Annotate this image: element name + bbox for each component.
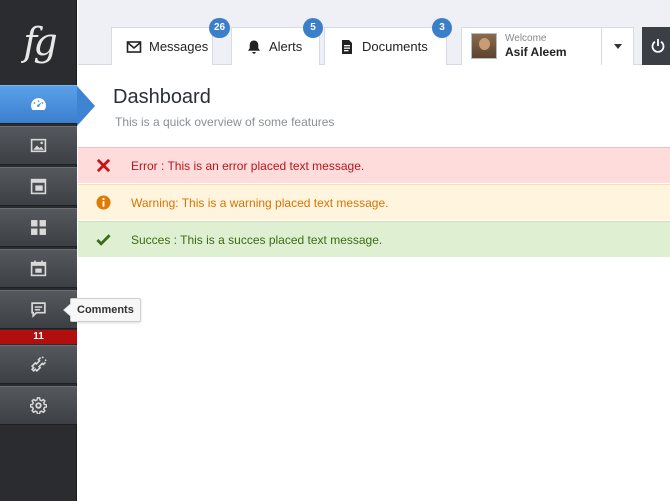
comments-count-badge: 11 xyxy=(0,330,77,344)
logout-button[interactable] xyxy=(642,27,670,65)
error-message: Error : This is an error placed text mes… xyxy=(78,147,670,183)
checkmark-icon xyxy=(96,234,111,246)
logo[interactable]: fg xyxy=(0,0,77,84)
layout-icon xyxy=(30,178,47,195)
success-message: Succes : This is a succes placed text me… xyxy=(78,221,670,257)
top-header: Messages 26 Alerts 5 Documents 3 Welcome… xyxy=(78,0,670,65)
comment-icon xyxy=(31,302,46,318)
messages-count-badge: 26 xyxy=(209,18,231,38)
tab-messages-label: Messages xyxy=(149,39,209,54)
power-icon xyxy=(651,39,665,53)
tab-alerts[interactable]: Alerts 5 xyxy=(231,18,323,65)
info-icon xyxy=(96,195,111,210)
sidebar-item-calendar[interactable] xyxy=(0,249,77,288)
warning-message-text: Warning: This is a warning placed text m… xyxy=(131,195,389,210)
envelope-icon xyxy=(126,40,142,53)
alerts-count-badge: 5 xyxy=(303,18,323,38)
error-message-text: Error : This is an error placed text mes… xyxy=(131,158,365,173)
page-subtitle: This is a quick overview of some feature… xyxy=(115,115,335,129)
gauge-icon xyxy=(31,98,46,111)
sidebar-item-dashboard[interactable] xyxy=(0,85,95,126)
gear-icon xyxy=(30,397,47,414)
sidebar-item-images[interactable] xyxy=(0,126,77,165)
welcome-label: Welcome xyxy=(505,33,547,44)
sidebar-item-layout[interactable] xyxy=(0,167,77,206)
grid-icon xyxy=(31,220,46,235)
success-message-text: Succes : This is a succes placed text me… xyxy=(131,232,383,247)
user-name: Asif Aleem xyxy=(505,45,567,59)
sidebar: fg 11 xyxy=(0,0,95,501)
comments-tooltip: Comments xyxy=(63,298,141,322)
tab-documents[interactable]: Documents 3 xyxy=(324,18,452,65)
page-title: Dashboard xyxy=(113,86,211,108)
tab-alerts-label: Alerts xyxy=(269,39,303,54)
document-icon xyxy=(342,39,352,54)
warning-message: Warning: This is a warning placed text m… xyxy=(78,184,670,220)
documents-count-badge: 3 xyxy=(432,18,452,38)
calendar-icon xyxy=(30,260,47,277)
sidebar-item-settings[interactable] xyxy=(0,386,77,425)
tab-documents-label: Documents xyxy=(362,39,428,54)
bell-icon xyxy=(248,40,260,54)
user-dropdown-button[interactable] xyxy=(601,27,634,65)
plug-icon xyxy=(30,356,47,373)
tab-messages[interactable]: Messages 26 xyxy=(111,18,231,65)
close-icon xyxy=(96,158,111,173)
image-icon xyxy=(30,138,47,153)
sidebar-item-tools[interactable] xyxy=(0,345,77,384)
sidebar-item-widgets[interactable] xyxy=(0,208,77,247)
avatar xyxy=(471,33,497,59)
logo-text: fg xyxy=(23,20,57,64)
